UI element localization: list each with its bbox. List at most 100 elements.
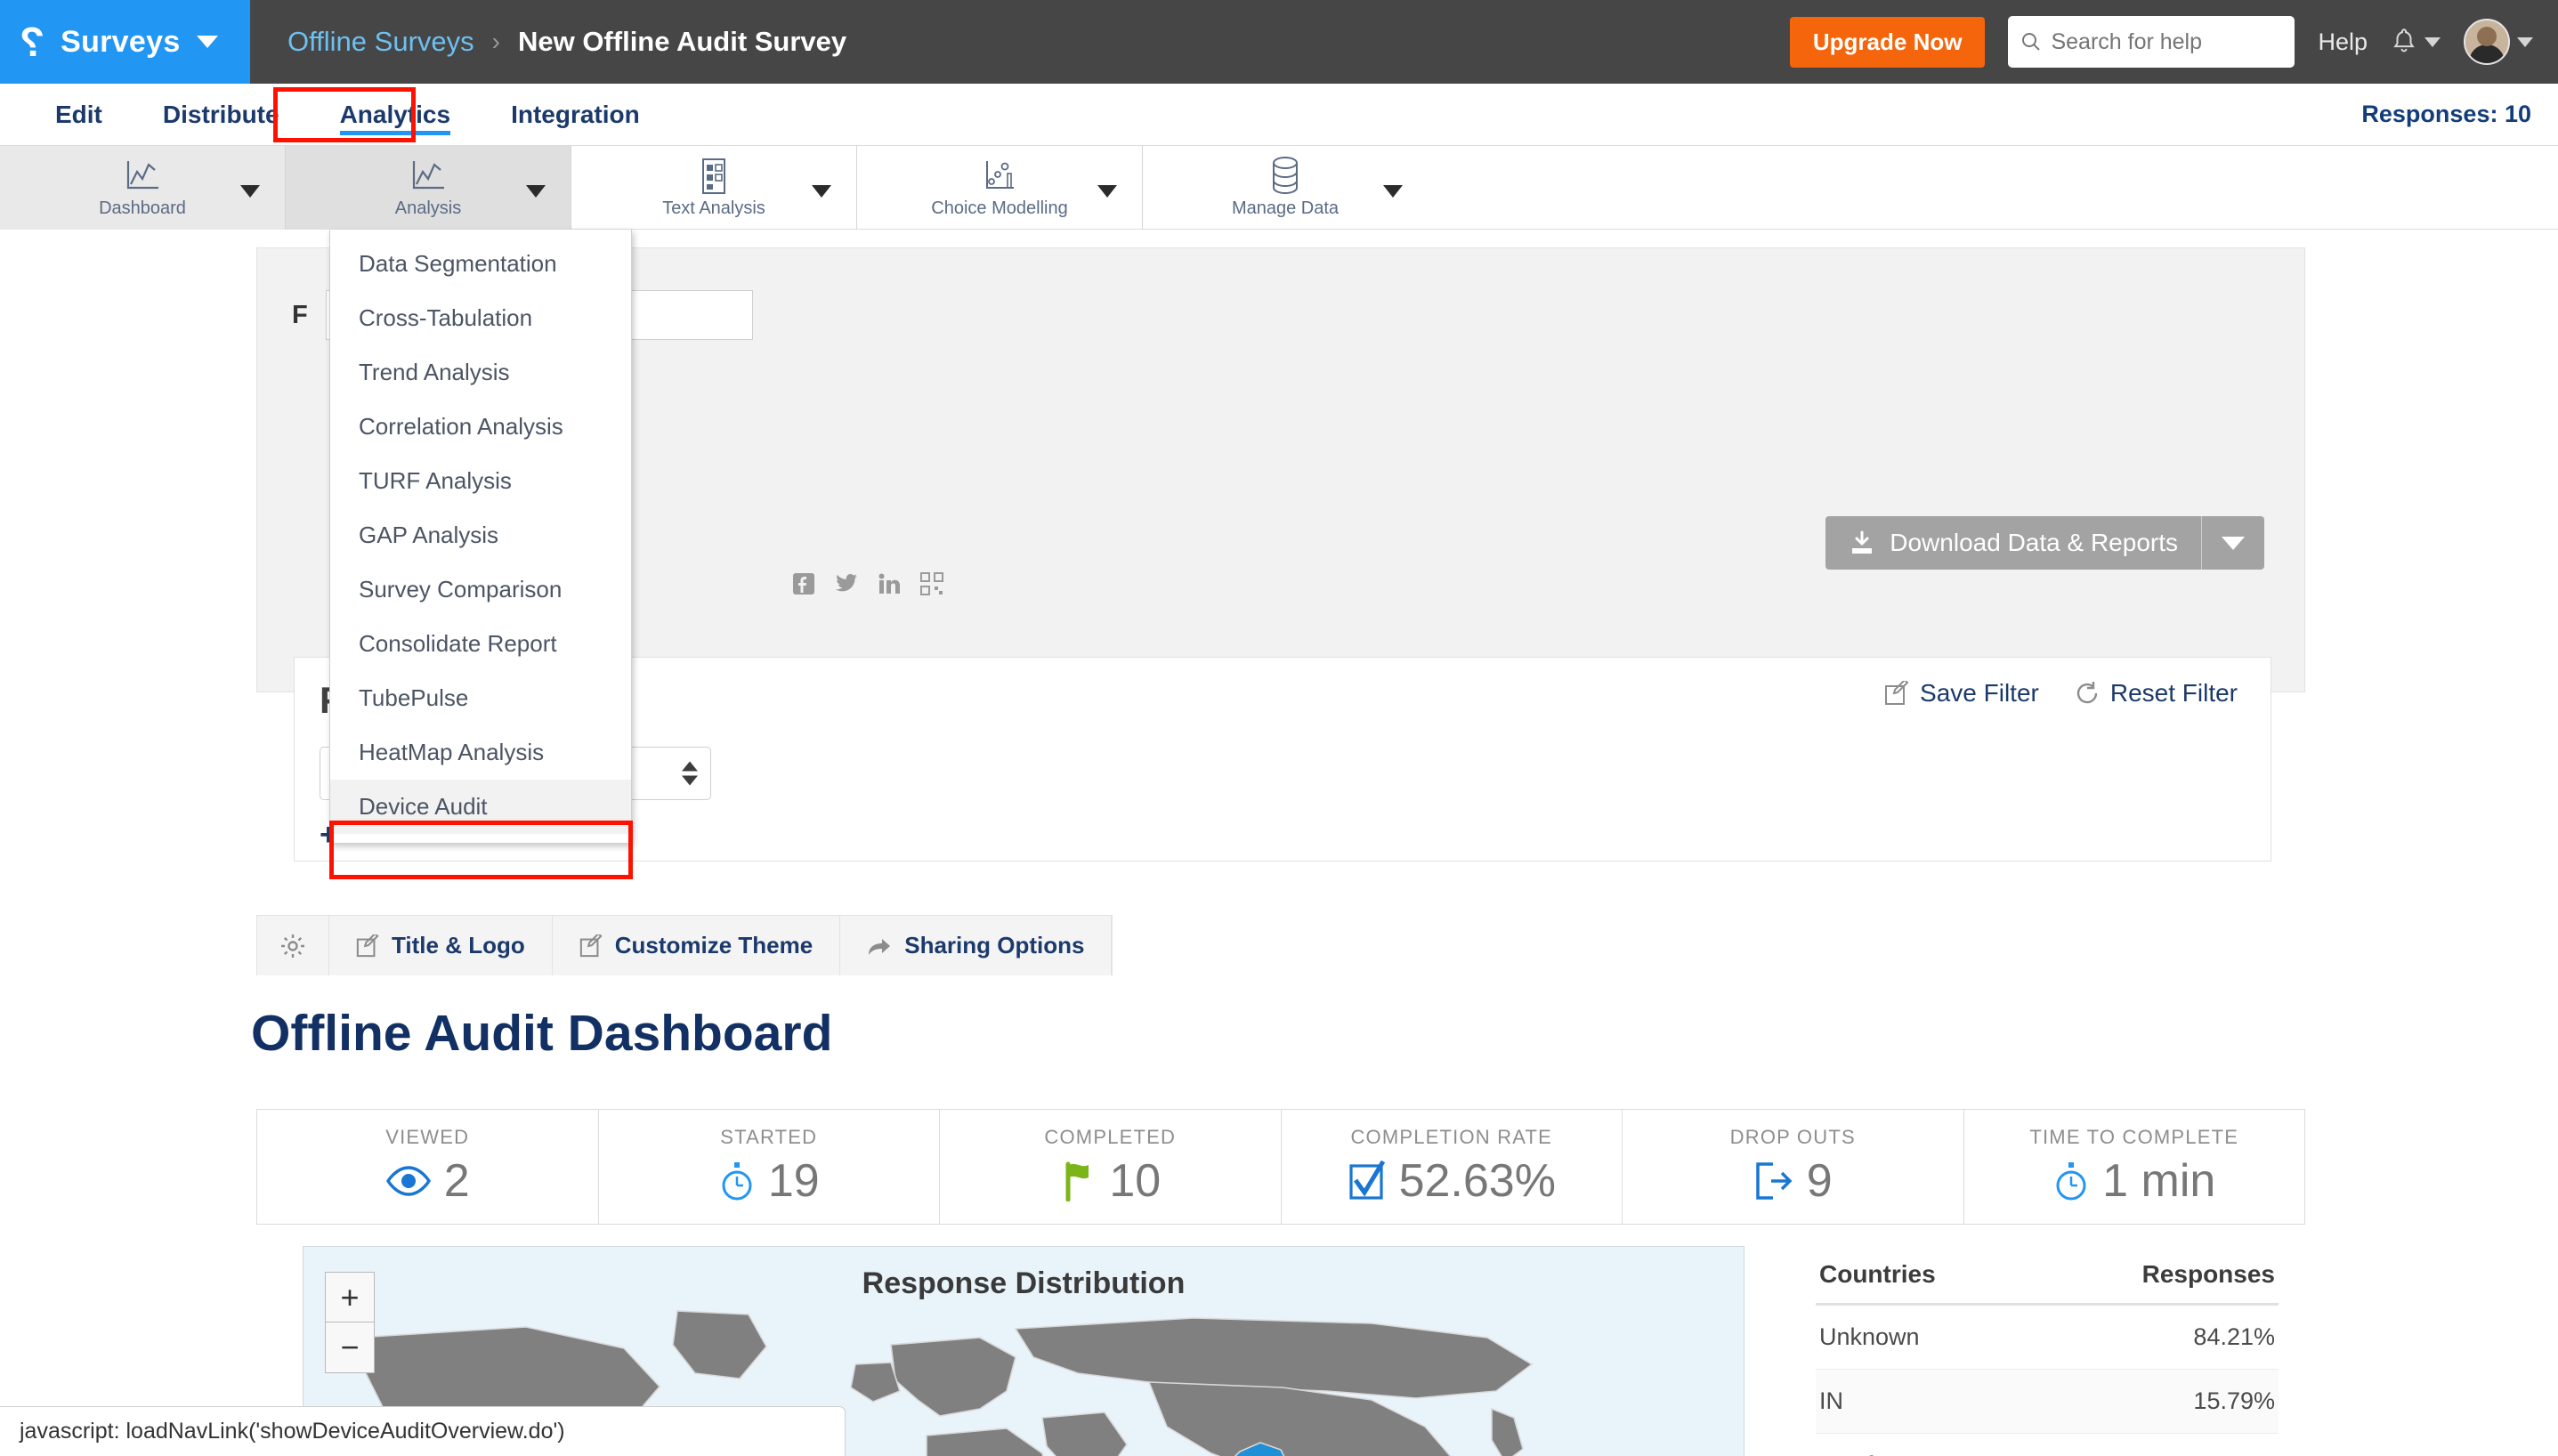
map-zoom-controls: + − [325, 1272, 375, 1373]
qr-code-icon[interactable] [920, 572, 943, 595]
menu-item-data-segmentation[interactable]: Data Segmentation [330, 237, 631, 291]
settings-title-logo-tab[interactable]: Title & Logo [329, 916, 553, 975]
flag-icon [1059, 1161, 1097, 1201]
stat-started-value: 19 [768, 1154, 820, 1208]
total-value: 100.00% [2180, 1452, 2275, 1456]
brand-label: Surveys [61, 25, 180, 60]
tab-integration-label: Integration [511, 101, 640, 129]
top-bar: ? Surveys Offline Surveys › New Offline … [0, 0, 2558, 84]
tab-distribute[interactable]: Distribute [133, 84, 310, 146]
breadcrumb-separator-icon: › [492, 28, 500, 56]
table-row[interactable]: Unknown 84.21% [1816, 1306, 2279, 1370]
tab-edit[interactable]: Edit [25, 84, 133, 146]
page-title: Offline Audit Dashboard [251, 1004, 832, 1063]
toolbar-analysis[interactable]: Analysis [286, 146, 571, 230]
stat-drop-outs-label: DROP OUTS [1730, 1126, 1856, 1149]
menu-item-consolidate-report[interactable]: Consolidate Report [330, 617, 631, 671]
tab-distribute-label: Distribute [163, 101, 279, 129]
chevron-up-icon [682, 762, 698, 772]
breadcrumb-current: New Offline Audit Survey [518, 26, 846, 58]
menu-item-device-audit[interactable]: Device Audit [330, 780, 631, 834]
top-bar-actions: Upgrade Now Help [1790, 16, 2558, 68]
search-help-box[interactable] [2008, 16, 2295, 68]
toolbar-manage-data[interactable]: Manage Data [1143, 146, 1428, 230]
gear-icon [280, 934, 305, 959]
tab-integration[interactable]: Integration [481, 84, 670, 146]
stat-drop-outs-value-wrap: 9 [1753, 1154, 1833, 1208]
chevron-down-icon[interactable] [1383, 185, 1403, 198]
menu-item-heatmap-analysis[interactable]: HeatMap Analysis [330, 725, 631, 780]
download-button-main[interactable]: Download Data & Reports [1825, 516, 2202, 570]
toolbar-choice-modelling[interactable]: Choice Modelling [857, 146, 1142, 230]
help-link[interactable]: Help [2318, 28, 2368, 56]
stat-drop-outs: DROP OUTS 9 [1623, 1110, 1964, 1224]
main-nav-tabs: Edit Distribute Analytics Integration Re… [0, 84, 2558, 146]
toolbar-analysis-label: Analysis [395, 198, 461, 219]
download-data-reports-button[interactable]: Download Data & Reports [1825, 516, 2264, 570]
map-title: Response Distribution [304, 1266, 1744, 1301]
tab-analytics[interactable]: Analytics [310, 84, 482, 146]
facebook-icon[interactable] [792, 572, 815, 595]
survey-url-label: F [292, 301, 308, 330]
document-grid-icon [698, 158, 730, 195]
total-label: Total [1819, 1452, 1875, 1456]
stat-completion-rate: COMPLETION RATE 52.63% [1282, 1110, 1623, 1224]
notifications-button[interactable] [2391, 27, 2441, 57]
chevron-down-icon[interactable] [1097, 185, 1117, 198]
tab-edit-label: Edit [55, 101, 102, 129]
stat-completion-rate-value-wrap: 52.63% [1348, 1154, 1556, 1208]
toolbar-dashboard[interactable]: Dashboard [0, 146, 285, 230]
map-zoom-out-button[interactable]: − [326, 1323, 374, 1372]
linkedin-icon[interactable] [878, 572, 901, 595]
stat-viewed-value: 2 [444, 1154, 470, 1208]
settings-customize-theme-tab[interactable]: Customize Theme [553, 916, 841, 975]
stat-viewed-value-wrap: 2 [385, 1154, 470, 1208]
chevron-down-icon[interactable] [240, 185, 260, 198]
table-row[interactable]: IN 15.79% [1816, 1370, 2279, 1434]
map-zoom-in-button[interactable]: + [326, 1273, 374, 1323]
settings-gear-tab[interactable] [257, 916, 329, 975]
stat-completed-value: 10 [1109, 1154, 1161, 1208]
search-input[interactable] [2051, 29, 2282, 55]
stat-time-to-complete-label: TIME TO COMPLETE [2029, 1126, 2238, 1149]
menu-item-gap-analysis[interactable]: GAP Analysis [330, 508, 631, 562]
menu-item-survey-comparison[interactable]: Survey Comparison [330, 562, 631, 617]
checkbox-icon [1348, 1161, 1387, 1201]
chevron-down-icon [197, 36, 218, 48]
reset-filter-button[interactable]: Reset Filter [2075, 679, 2238, 708]
chevron-down-icon[interactable] [812, 185, 831, 198]
edit-icon [579, 934, 603, 958]
spinner-arrows-icon[interactable] [682, 762, 698, 786]
menu-item-trend-analysis[interactable]: Trend Analysis [330, 345, 631, 400]
upgrade-now-button[interactable]: Upgrade Now [1790, 17, 1986, 68]
menu-item-turf-analysis[interactable]: TURF Analysis [330, 454, 631, 508]
stat-started: STARTED 19 [599, 1110, 941, 1224]
user-menu[interactable] [2464, 19, 2533, 65]
menu-item-tubepulse[interactable]: TubePulse [330, 671, 631, 725]
menu-item-cross-tabulation[interactable]: Cross-Tabulation [330, 291, 631, 345]
save-filter-button[interactable]: Save Filter [1884, 679, 2039, 708]
social-share-row [792, 572, 943, 595]
twitter-icon[interactable] [835, 573, 858, 595]
toolbar-text-analysis-label: Text Analysis [662, 198, 765, 219]
search-icon [2020, 31, 2042, 53]
country-responses: 15.79% [2193, 1387, 2275, 1415]
stat-completed: COMPLETED 10 [940, 1110, 1282, 1224]
download-options-dropdown[interactable] [2202, 516, 2264, 570]
stat-started-value-wrap: 19 [718, 1154, 820, 1208]
reset-filter-label: Reset Filter [2110, 679, 2238, 708]
bell-icon [2391, 27, 2417, 57]
stopwatch-icon [718, 1160, 756, 1202]
dashboard-stats-row: VIEWED 2 STARTED 19 COMPLETED [256, 1109, 2305, 1225]
chevron-down-icon[interactable] [526, 185, 546, 198]
toolbar-text-analysis[interactable]: Text Analysis [571, 146, 856, 230]
brand-surveys-menu[interactable]: ? Surveys [0, 0, 250, 84]
settings-customize-theme-label: Customize Theme [615, 932, 814, 959]
breadcrumb-parent-link[interactable]: Offline Surveys [287, 26, 474, 58]
exit-icon [1753, 1161, 1794, 1201]
menu-item-correlation-analysis[interactable]: Correlation Analysis [330, 400, 631, 454]
settings-sharing-options-tab[interactable]: Sharing Options [840, 916, 1112, 975]
stat-viewed-label: VIEWED [385, 1126, 469, 1149]
dashboard-settings-tabs: Title & Logo Customize Theme Sharing Opt… [256, 915, 1113, 975]
country-name: IN [1819, 1387, 1843, 1415]
